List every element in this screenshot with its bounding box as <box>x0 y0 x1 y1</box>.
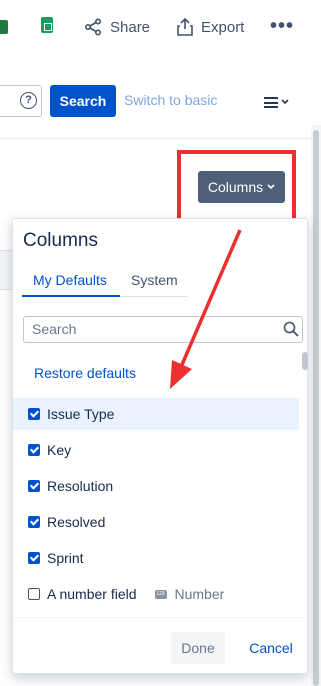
view-menu-button[interactable] <box>264 95 294 109</box>
share-label: Share <box>110 18 151 36</box>
popup-footer-divider <box>13 617 307 618</box>
annotation-highlight-box <box>177 150 296 224</box>
list-icon <box>264 96 278 108</box>
item-label: Resolved <box>47 514 106 530</box>
help-icon[interactable]: ? <box>20 92 37 109</box>
chevron-down-icon <box>281 99 289 105</box>
checkbox[interactable] <box>28 408 40 420</box>
export-button[interactable]: Export <box>177 14 244 40</box>
export-icon <box>177 18 193 36</box>
checkbox[interactable] <box>28 588 40 600</box>
checkbox[interactable] <box>28 480 40 492</box>
active-tab-indicator <box>22 295 120 297</box>
search-icon <box>283 321 299 337</box>
checkbox[interactable] <box>28 444 40 456</box>
more-actions-button[interactable]: ••• <box>270 16 294 36</box>
checkbox[interactable] <box>28 552 40 564</box>
column-search-field[interactable] <box>23 316 303 343</box>
number-type-icon: 123 <box>154 589 167 599</box>
list-item[interactable]: Resolved <box>13 506 299 538</box>
excel-icon[interactable] <box>0 20 8 34</box>
switch-to-basic-link[interactable]: Switch to basic <box>124 92 217 108</box>
restore-defaults-link[interactable]: Restore defaults <box>34 365 136 381</box>
tab-my-defaults[interactable]: My Defaults <box>33 272 107 288</box>
export-label: Export <box>201 18 245 36</box>
page-scrollbar-thumb[interactable] <box>313 130 319 686</box>
list-item[interactable]: Sprint <box>13 542 299 574</box>
column-search-input[interactable] <box>30 317 270 341</box>
tab-system[interactable]: System <box>131 272 178 288</box>
list-item[interactable]: Issue Type <box>13 398 299 430</box>
divider <box>0 138 321 139</box>
cancel-button[interactable]: Cancel <box>243 632 299 664</box>
google-sheets-icon[interactable] <box>41 17 53 33</box>
item-label: Key <box>47 442 72 458</box>
list-item[interactable]: Key <box>13 434 299 466</box>
item-label: Sprint <box>47 550 84 566</box>
background-table-row <box>0 250 12 290</box>
item-label: Issue Type <box>47 406 115 422</box>
popup-scrollbar-thumb[interactable] <box>302 352 308 370</box>
done-button[interactable]: Done <box>171 632 225 664</box>
list-item[interactable]: A number field 123 Number <box>13 578 299 610</box>
checkbox[interactable] <box>28 516 40 528</box>
item-label: Resolution <box>47 478 114 494</box>
share-icon <box>84 18 102 36</box>
search-button[interactable]: Search <box>50 85 116 117</box>
item-label: A number field <box>47 586 137 602</box>
popup-title: Columns <box>23 230 98 251</box>
share-button[interactable]: Share <box>84 14 150 40</box>
field-type-label: Number <box>174 586 225 602</box>
list-item[interactable]: Resolution <box>13 470 299 502</box>
